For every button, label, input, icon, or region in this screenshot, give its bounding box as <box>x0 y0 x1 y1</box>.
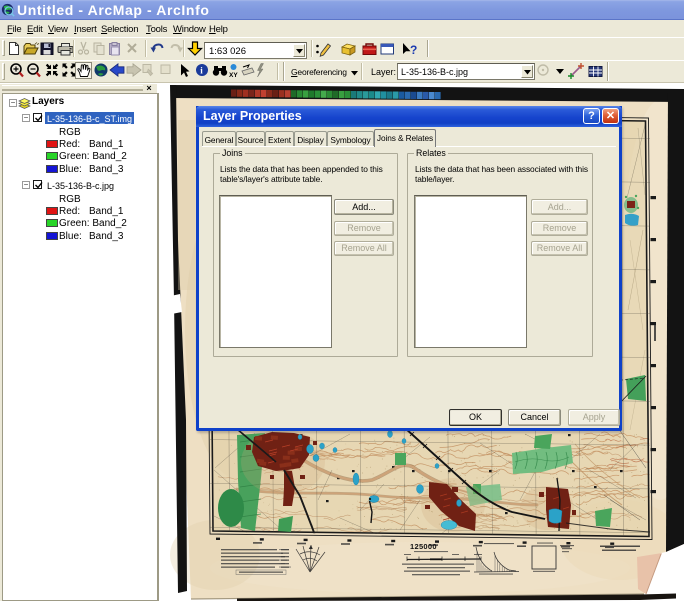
svg-text:125000: 125000 <box>410 542 437 551</box>
svg-text:?: ? <box>410 43 417 57</box>
svg-text:XY: XY <box>229 72 238 79</box>
